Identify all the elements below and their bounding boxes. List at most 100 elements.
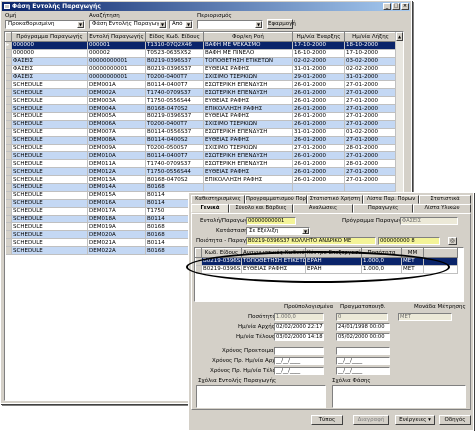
table-row[interactable]: SCHEDULE DEM012A T1750-0556S44 ΕΥΘΕΙΑΣ ΡΑΦΗ… (5, 167, 397, 177)
chevron-down-icon[interactable]: ▼ (255, 21, 262, 28)
table-cell[interactable]: DEM007A (87, 128, 146, 137)
column-header[interactable]: Κωδ. Είδους (201, 248, 242, 258)
order-comments-textarea[interactable] (196, 385, 326, 408)
table-cell[interactable]: DEM008A (87, 136, 146, 145)
table-cell[interactable]: 02-02-2000 (344, 65, 397, 74)
table-cell[interactable]: B0219-0396S37 (201, 257, 242, 266)
unit-field[interactable]: ΜΕΤ (398, 313, 452, 321)
table-cell[interactable]: DEM015A (87, 191, 146, 200)
print-button[interactable]: Τύπος (311, 415, 343, 425)
table-cell[interactable]: 26-01-2000 (292, 88, 345, 98)
table-cell[interactable]: DEM002A (87, 88, 146, 98)
actual-start-date-field[interactable]: 24/01/1998 00:00 (336, 323, 390, 331)
table-cell[interactable]: DEM021A (87, 238, 146, 248)
table-cell[interactable]: 26-01-2000 (292, 159, 345, 169)
table-cell[interactable]: 27-01-2000 (344, 80, 397, 90)
table-cell[interactable]: 27-01-2000 (344, 96, 397, 106)
table-cell[interactable]: ΦΑΣΕΙΣ (11, 57, 88, 66)
table-row[interactable]: 000000 000002 T0523-0635X52 ΒΑΦΗ ΜΕ ΠΙΝΕΛΟ 1… (5, 49, 397, 58)
table-cell[interactable]: DEM022A (87, 246, 146, 256)
table-cell[interactable]: T1750-0556S44 (145, 96, 204, 106)
table-cell[interactable]: ΕΡΑΗ (305, 257, 362, 266)
table-cell[interactable]: B0114-0400T7 (145, 151, 204, 161)
table-cell[interactable]: DEM009A (87, 144, 146, 153)
close-icon[interactable]: × (401, 3, 409, 10)
table-cell[interactable]: ΕΣΩΤΕΡΙΚΗ ΕΠΕΝΔΥΣΗ (203, 88, 293, 98)
table-cell[interactable]: T1310-07Q2X46 (145, 41, 204, 50)
table-cell[interactable]: DEM010A (87, 151, 146, 161)
column-header[interactable]: Φορ/κη Ροή (203, 32, 293, 42)
column-header[interactable]: Εντολή Παραγωγής (87, 32, 146, 42)
lookup-button[interactable]: ◎ (448, 237, 457, 245)
table-cell[interactable]: 000001 (87, 41, 146, 50)
table-cell[interactable]: ΣΧΙΣΙΜΟ ΤΣΕΡΚΙΩΝ (203, 73, 293, 82)
sort-select[interactable]: Προκαθορισμένη ▼ (5, 20, 85, 29)
table-cell[interactable]: ΕΥΘΕΙΑΣ ΡΑΦΗΣ (203, 96, 293, 106)
table-cell[interactable]: B0168-0470S2 (145, 104, 204, 114)
item-field[interactable]: B0219-0396S37 ΚΟΛΛΗΤΟ ΑΝΔΡΙΚΟ ΜΕ (246, 237, 376, 245)
table-cell[interactable]: ΕΣΩΤΕΡΙΚΗ ΕΠΕΝΔΥΣΗ (203, 80, 293, 90)
table-cell[interactable]: SCHEDULE (11, 191, 88, 200)
table-row[interactable]: SCHEDULE DEM013A B0168-0470S2 ΕΠΙΚΟΛΛΗΣΗ ΡΑ… (5, 175, 397, 185)
table-cell[interactable]: B0219-0396S37 (145, 112, 204, 121)
table-cell[interactable]: DEM011A (87, 159, 146, 169)
table-cell[interactable]: SCHEDULE (11, 120, 88, 129)
actual-time-end-field[interactable]: __/__/____ (336, 367, 390, 375)
column-header[interactable]: Είδος Κωδ. Είδους (145, 32, 204, 42)
table-row[interactable]: SCHEDULE DEM008A B0114-0400S2 ΕΥΘΕΙΑΣ ΡΑΦΗΣ… (5, 136, 397, 145)
table-cell[interactable]: SCHEDULE (11, 167, 88, 177)
table-cell[interactable]: 18-10-2000 (344, 41, 397, 50)
table-cell[interactable]: 01-02-2000 (344, 128, 397, 137)
table-cell[interactable]: 29-01-2000 (292, 73, 345, 82)
table-cell[interactable]: SCHEDULE (11, 230, 88, 240)
table-cell[interactable]: SCHEDULE (11, 96, 88, 106)
column-header[interactable]: ΜΜ (401, 248, 424, 258)
tab-resource-list[interactable]: Λίστα Παρ. Πόρων (363, 195, 419, 204)
column-header[interactable]: Ημ/νία Έναρξης (292, 32, 345, 42)
table-cell[interactable]: 27-01-2000 (344, 175, 397, 185)
table-cell[interactable]: 00000000001 (87, 65, 146, 74)
table-cell[interactable]: DEM014A (87, 183, 146, 192)
table-cell[interactable]: B0114-0556S37 (145, 128, 204, 137)
actions-button[interactable]: Ενέργειες ▾ (395, 415, 435, 425)
table-cell[interactable]: SCHEDULE (11, 136, 88, 145)
table-cell[interactable]: 31-01-2000 (292, 65, 345, 74)
tab-general[interactable]: Γενικά (191, 204, 229, 213)
table-cell[interactable]: 00000000001 (87, 73, 146, 82)
table-row[interactable]: SCHEDULE DEM009A T0200-0500S7 ΣΧΙΣΙΜΟ ΤΣΕΡΚ… (5, 144, 397, 153)
table-cell[interactable]: DEM019A (87, 222, 146, 232)
status-select[interactable]: Σε Εξέλιξη ▼ (246, 227, 310, 235)
table-cell[interactable]: SCHEDULE (11, 144, 88, 153)
table-cell[interactable]: ΕΣΩΤΕΡΙΚΗ ΕΠΕΝΔΥΣΗ (203, 151, 293, 161)
scroll-up-icon[interactable]: ▲ (396, 32, 403, 41)
table-row[interactable]: SCHEDULE DEM007A B0114-0556S37 ΕΣΩΤΕΡΙΚΗ ΕΠ… (5, 128, 397, 137)
table-cell[interactable]: 26-01-2000 (292, 175, 345, 185)
table-cell[interactable]: B0114-0400T7 (145, 80, 204, 90)
table-row[interactable]: SCHEDULE DEM003A T1750-0556S44 ΕΥΘΕΙΑΣ ΡΑΦΗ… (5, 96, 397, 106)
table-row[interactable]: ▸B0219-0396S37ΤΟΠΟΘΕΤΗΣΗ ΕΤΙΚΕΤΩΝΕΡΑΗ1.0… (195, 257, 458, 266)
tab-shifts[interactable]: Σύνολο και Βάρδιες (229, 204, 293, 213)
table-row[interactable]: SCHEDULE DEM001A B0114-0400T7 ΕΣΩΤΕΡΙΚΗ ΕΠΕ… (5, 80, 397, 90)
table-cell[interactable]: ΕΥΘΕΙΑΣ ΡΑΦΗΣ (203, 65, 293, 74)
table-cell[interactable]: 26-01-2000 (292, 167, 345, 177)
table-cell[interactable] (292, 183, 345, 192)
table-cell[interactable]: ΣΧΙΣΙΜΟ ΤΣΕΡΚΙΩΝ (203, 120, 293, 129)
table-cell[interactable]: 17-10-2000 (292, 41, 345, 50)
table-cell[interactable]: DEM013A (87, 175, 146, 185)
phase-comments-textarea[interactable] (332, 385, 466, 408)
delete-button[interactable]: Διαγραφή (353, 415, 389, 425)
program-field[interactable]: ΦΑΣΕΙΣ (400, 217, 458, 225)
table-cell[interactable]: ΤΟΠΟΘΕΤΗΣΗ ΕΤΙΚΕΤΩΝ (203, 57, 293, 66)
table-cell[interactable]: SCHEDULE (11, 183, 88, 192)
table-cell[interactable]: 26-01-2000 (292, 104, 345, 114)
actual-time-start-field[interactable]: __/__/____ (336, 357, 390, 365)
order-number-field[interactable]: 00000000001 (246, 217, 296, 225)
table-cell[interactable]: ΤΟΠΟΘΕΤΗΣΗ ΕΤΙΚΕΤΩΝ (241, 257, 306, 266)
table-row[interactable]: SCHEDULE DEM006A T0200-0400T7 ΣΧΙΣΙΜΟ ΤΣΕΡΚ… (5, 120, 397, 129)
item-quantity-field[interactable]: 000000000 8 (378, 237, 440, 245)
table-cell[interactable]: DEM001A (87, 80, 146, 90)
table-cell[interactable]: 000000 (11, 49, 88, 58)
table-cell[interactable]: 16-10-2000 (292, 49, 345, 58)
table-cell[interactable]: T1750-0556S44 (145, 167, 204, 177)
table-cell[interactable]: ΕΡΑΗ (305, 265, 362, 274)
